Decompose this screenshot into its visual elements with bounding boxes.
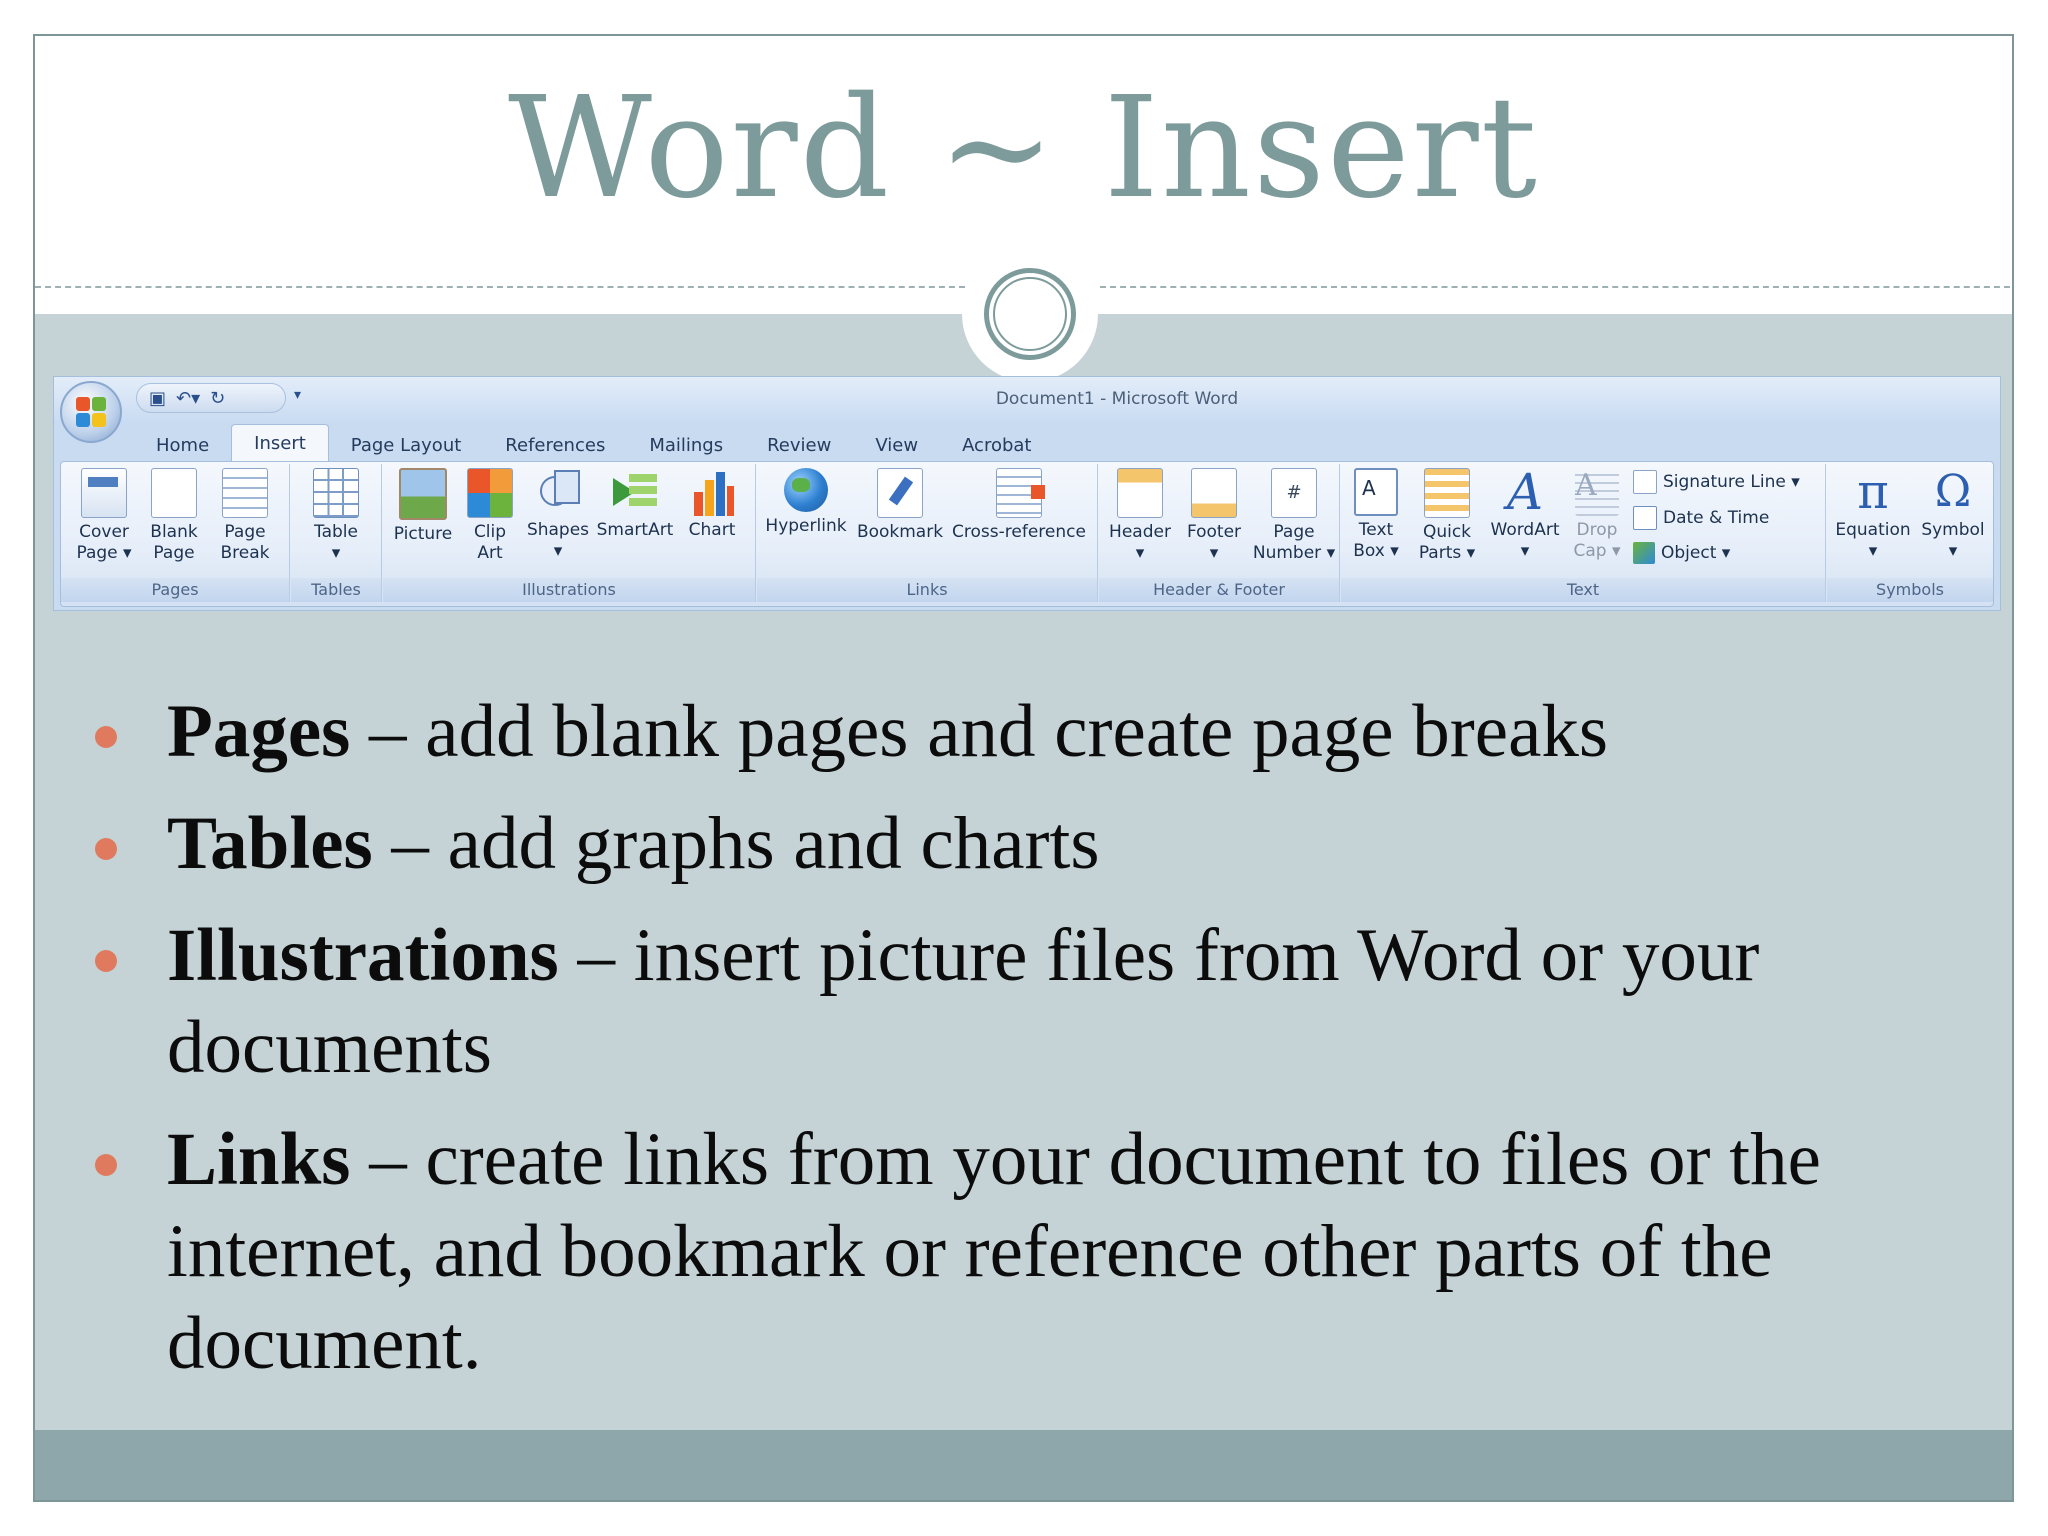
insert-ribbon-panel: Cover Page ▾ Blank Page Page Break Pages xyxy=(60,461,1994,607)
hyperlink-globe-icon xyxy=(784,468,828,512)
bullet-text: – add blank pages and create page breaks xyxy=(350,690,1609,773)
equation-button[interactable]: π Equation ▾ xyxy=(1831,468,1915,562)
signature-line-icon xyxy=(1633,470,1657,494)
object-icon xyxy=(1633,542,1655,564)
divider-circle-ornament xyxy=(984,268,1076,360)
bullet-dot-icon xyxy=(95,726,117,748)
chart-icon xyxy=(690,468,734,516)
group-label-pages: Pages xyxy=(61,578,289,602)
clip-art-button[interactable]: Clip Art xyxy=(461,468,519,564)
bullet-text: – create links from your document to fil… xyxy=(167,1118,1821,1385)
group-symbols: π Equation ▾ Ω Symbol ▾ Symbols xyxy=(1827,464,1993,602)
cross-reference-button[interactable]: Cross-reference xyxy=(947,468,1091,543)
tab-page-layout[interactable]: Page Layout xyxy=(329,429,484,463)
tab-acrobat[interactable]: Acrobat xyxy=(940,429,1053,463)
symbol-omega-icon: Ω xyxy=(1934,466,1972,517)
tab-review[interactable]: Review xyxy=(745,429,853,463)
ribbon-tabs: Home Insert Page Layout References Maili… xyxy=(134,423,1054,463)
group-label-text: Text xyxy=(1341,578,1825,602)
bullet-item-pages: Pages – add blank pages and create page … xyxy=(95,686,1955,778)
table-icon xyxy=(313,468,359,518)
slide-frame: Word ~ Insert ▣ ↶▾ ↻ ▾ Document1 - Micro… xyxy=(33,34,2014,1502)
wordart-icon: A xyxy=(1506,463,1544,521)
divider-left xyxy=(35,286,965,288)
bullet-text: – add graphs and charts xyxy=(372,802,1100,885)
bullet-term: Links xyxy=(167,1118,351,1201)
bullet-item-links: Links – create links from your document … xyxy=(95,1114,1955,1390)
group-tables: Table ▾ Tables xyxy=(291,464,382,602)
footer-band xyxy=(35,1430,2012,1500)
tab-home[interactable]: Home xyxy=(134,429,231,463)
bookmark-button[interactable]: Bookmark xyxy=(855,468,945,543)
tab-insert[interactable]: Insert xyxy=(231,424,329,463)
bookmark-icon xyxy=(877,468,923,518)
tab-mailings[interactable]: Mailings xyxy=(627,429,745,463)
bullet-dot-icon xyxy=(95,838,117,860)
drop-cap-button[interactable]: A Drop Cap ▾ xyxy=(1567,468,1627,562)
group-text: A Text Box ▾ Quick Parts ▾ A WordArt ▾ A… xyxy=(1341,464,1826,602)
word-ribbon-screenshot: ▣ ↶▾ ↻ ▾ Document1 - Microsoft Word Home… xyxy=(53,376,2001,611)
picture-button[interactable]: Picture xyxy=(387,468,459,545)
picture-icon xyxy=(399,468,447,520)
clip-art-icon xyxy=(467,468,513,518)
blank-page-icon xyxy=(151,468,197,518)
group-header-footer: Header ▾ Footer ▾ # Page Number ▾ Header… xyxy=(1099,464,1340,602)
tab-references[interactable]: References xyxy=(483,429,627,463)
page-break-icon xyxy=(222,468,268,518)
quick-parts-button[interactable]: Quick Parts ▾ xyxy=(1413,468,1481,564)
smartart-icon xyxy=(613,468,657,516)
group-label-tables: Tables xyxy=(291,578,381,602)
footer-button[interactable]: Footer ▾ xyxy=(1179,468,1249,564)
header-icon xyxy=(1117,468,1163,518)
group-pages: Cover Page ▾ Blank Page Page Break Pages xyxy=(61,464,290,602)
bullet-item-tables: Tables – add graphs and charts xyxy=(95,798,1955,890)
shapes-button[interactable]: Shapes ▾ xyxy=(523,468,593,562)
bullet-term: Tables xyxy=(167,802,373,885)
drop-cap-icon: A xyxy=(1575,468,1619,516)
group-label-illustrations: Illustrations xyxy=(383,578,755,602)
table-button[interactable]: Table ▾ xyxy=(301,468,371,564)
object-button[interactable]: Object ▾ xyxy=(1633,542,1730,564)
tab-view[interactable]: View xyxy=(853,429,940,463)
group-label-header-footer: Header & Footer xyxy=(1099,578,1339,602)
signature-line-button[interactable]: Signature Line ▾ xyxy=(1633,470,1800,494)
group-label-links: Links xyxy=(757,578,1097,602)
hyperlink-button[interactable]: Hyperlink xyxy=(759,468,853,537)
smartart-button[interactable]: SmartArt xyxy=(595,468,675,541)
cross-reference-icon xyxy=(996,468,1045,518)
footer-icon xyxy=(1191,468,1237,518)
divider-right xyxy=(1100,286,2012,288)
text-box-button[interactable]: A Text Box ▾ xyxy=(1343,468,1409,562)
bullet-item-illustrations: Illustrations – insert picture files fro… xyxy=(95,910,1955,1094)
page-number-icon: # xyxy=(1271,468,1317,518)
bullet-term: Pages xyxy=(167,690,351,773)
cover-page-button[interactable]: Cover Page ▾ xyxy=(69,468,139,564)
slide-title: Word ~ Insert xyxy=(508,67,1539,230)
page-number-button[interactable]: # Page Number ▾ xyxy=(1251,468,1337,564)
equation-pi-icon: π xyxy=(1857,464,1889,520)
symbol-button[interactable]: Ω Symbol ▾ xyxy=(1917,468,1989,562)
bullet-list: Pages – add blank pages and create page … xyxy=(95,686,1955,1410)
page-break-button[interactable]: Page Break xyxy=(211,468,279,564)
window-title: Document1 - Microsoft Word xyxy=(995,389,1239,409)
quick-parts-icon xyxy=(1424,468,1470,518)
bullet-dot-icon xyxy=(95,950,117,972)
header-button[interactable]: Header ▾ xyxy=(1103,468,1177,564)
date-time-button[interactable]: Date & Time xyxy=(1633,506,1769,530)
cover-page-icon xyxy=(81,468,127,518)
bullet-dot-icon xyxy=(95,1154,117,1176)
group-label-symbols: Symbols xyxy=(1827,578,1993,602)
bullet-term: Illustrations xyxy=(167,914,559,997)
group-links: Hyperlink Bookmark Cross-reference Links xyxy=(757,464,1098,602)
text-box-icon: A xyxy=(1354,468,1398,516)
group-illustrations: Picture Clip Art Shapes ▾ SmartArt Chart… xyxy=(383,464,756,602)
wordart-button[interactable]: A WordArt ▾ xyxy=(1485,463,1565,562)
chart-button[interactable]: Chart xyxy=(677,468,747,541)
blank-page-button[interactable]: Blank Page xyxy=(141,468,207,564)
date-time-icon xyxy=(1633,506,1657,530)
shapes-icon xyxy=(536,468,580,516)
